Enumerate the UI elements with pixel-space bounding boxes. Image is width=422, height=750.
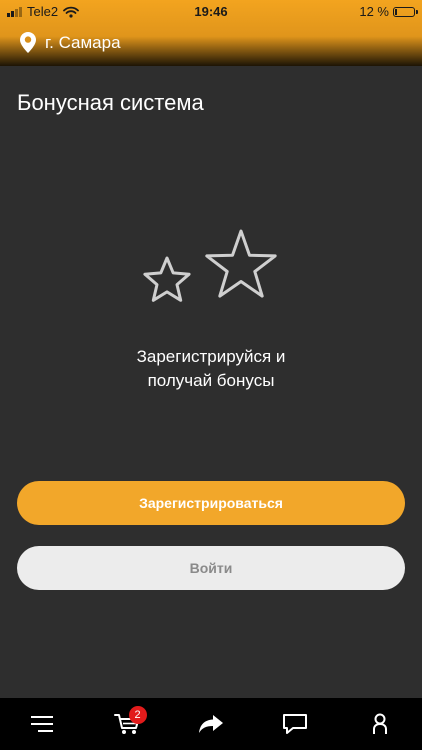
stars-icon	[143, 229, 277, 302]
city-label: г. Самара	[45, 32, 121, 52]
small-star-icon	[143, 256, 191, 302]
battery-percent: 12 %	[359, 4, 389, 19]
large-star-icon	[205, 229, 277, 298]
nav-cart[interactable]: 2	[103, 702, 151, 746]
nav-share[interactable]	[187, 702, 235, 746]
page-title: Бонусная система	[17, 90, 204, 115]
login-button[interactable]: Войти	[17, 546, 405, 590]
nav-chat[interactable]	[271, 702, 319, 746]
promo-text: Зарегистрируйся и получай бонусы	[60, 345, 362, 393]
cart-badge: 2	[128, 706, 147, 724]
chat-icon	[283, 714, 308, 734]
nav-profile[interactable]	[356, 702, 404, 746]
app-header: Tele2 19:46 12 % г. Самара	[0, 0, 422, 66]
status-bar: Tele2 19:46 12 %	[0, 0, 422, 22]
city-selector[interactable]: г. Самара	[20, 32, 121, 53]
promo-line-2: получай бонусы	[147, 371, 275, 390]
location-pin-icon	[20, 32, 36, 53]
battery-status: 12 %	[359, 4, 418, 19]
battery-icon	[393, 6, 418, 17]
promo-line-1: Зарегистрируйся и	[136, 347, 286, 366]
nav-menu[interactable]	[18, 702, 66, 746]
bottom-nav: 2	[0, 698, 422, 750]
profile-icon	[372, 713, 387, 734]
share-icon	[198, 715, 223, 733]
menu-icon	[31, 716, 54, 732]
register-button[interactable]: Зарегистрироваться	[17, 481, 405, 525]
